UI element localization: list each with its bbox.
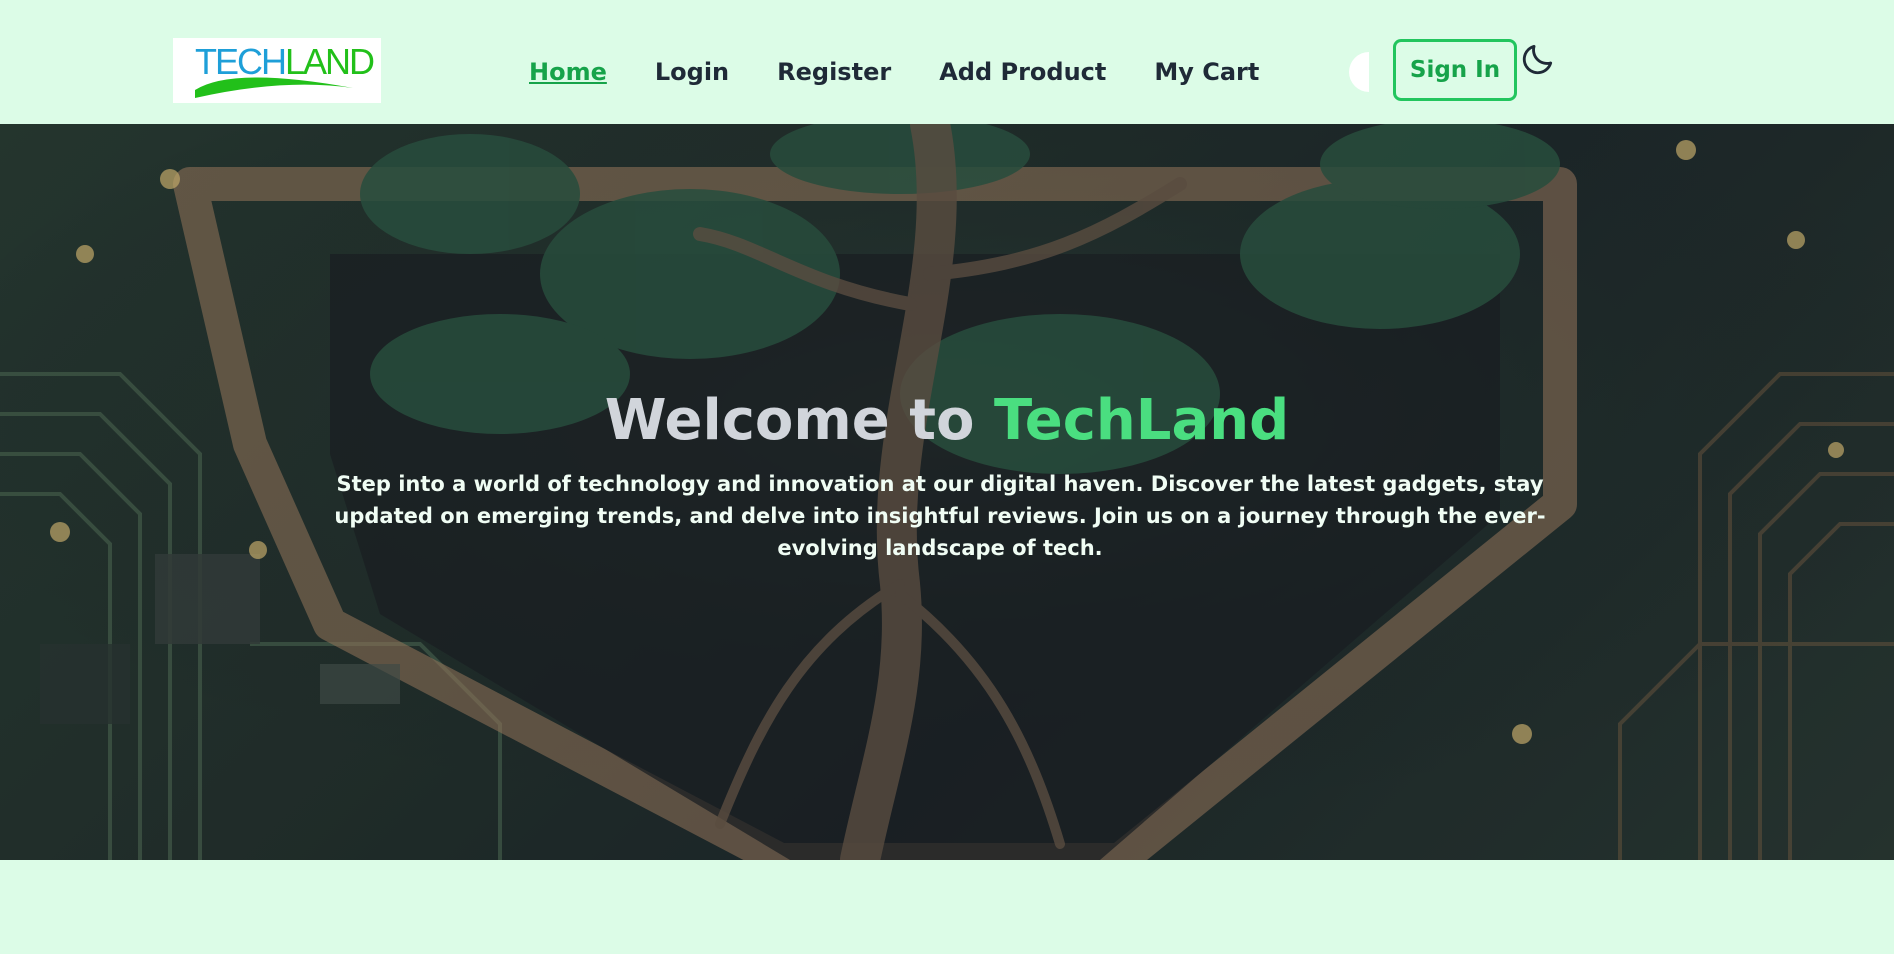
hero-description: Step into a world of technology and inno… bbox=[334, 472, 1546, 560]
user-avatar-partial[interactable] bbox=[1349, 52, 1369, 92]
nav-link-home[interactable]: Home bbox=[529, 52, 607, 92]
nav-link-login[interactable]: Login bbox=[655, 52, 729, 92]
hero-section: Welcome to TechLand Step into a world of… bbox=[0, 124, 1894, 860]
hero-title-brand: TechLand bbox=[993, 388, 1290, 453]
navbar: TECHLAND Home Login Register Add Product… bbox=[0, 0, 1894, 124]
sign-in-button[interactable]: Sign In bbox=[1393, 39, 1517, 101]
techland-logo[interactable]: TECHLAND bbox=[173, 38, 381, 103]
hero-title-prefix: Welcome to bbox=[604, 388, 994, 453]
moon-icon[interactable] bbox=[1519, 40, 1557, 78]
nav-link-my-cart[interactable]: My Cart bbox=[1154, 52, 1259, 92]
nav-link-register[interactable]: Register bbox=[777, 52, 891, 92]
nav-link-add-product[interactable]: Add Product bbox=[939, 52, 1106, 92]
main-nav: Home Login Register Add Product My Cart bbox=[529, 52, 1259, 92]
hero-title: Welcome to TechLand bbox=[0, 386, 1894, 456]
logo-swoosh bbox=[195, 77, 353, 98]
